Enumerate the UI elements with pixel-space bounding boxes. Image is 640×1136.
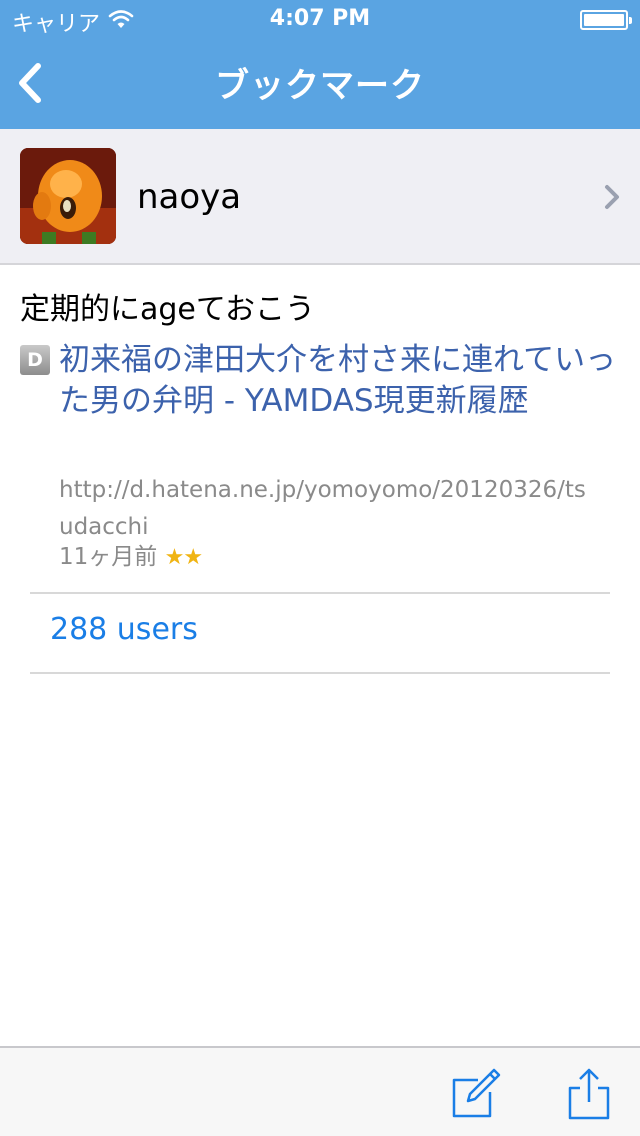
site-favicon-icon: D: [20, 345, 50, 375]
bottom-toolbar: [0, 1046, 640, 1136]
bookmark-comment: 定期的にageておこう: [20, 292, 315, 327]
page-title: ブックマーク: [215, 66, 425, 106]
avatar: [20, 148, 116, 244]
share-icon: [568, 1068, 610, 1120]
compose-button[interactable]: [448, 1066, 502, 1122]
entry-meta: 11ヶ月前 ★★: [59, 539, 203, 576]
divider: [30, 672, 610, 674]
divider: [30, 592, 610, 594]
chevron-right-icon: [605, 185, 619, 209]
navigation-bar: ブックマーク: [0, 40, 640, 129]
entry-title-link[interactable]: 初来福の津田大介を村さ来に連れていった男の弁明 - YAMDAS現更新履歴: [59, 340, 617, 422]
compose-icon: [452, 1068, 501, 1118]
bookmark-age: 11ヶ月前: [59, 544, 158, 570]
bookmark-users-link[interactable]: 288 users: [50, 612, 198, 647]
username: naoya: [137, 177, 242, 217]
battery-icon: [580, 10, 632, 30]
entry-url: http://d.hatena.ne.jp/yomoyomo/20120326/…: [59, 477, 586, 540]
top-bar: キャリア 4:07 PM ブックマーク: [0, 0, 640, 129]
user-profile-row[interactable]: naoya: [0, 129, 640, 265]
status-time: 4:07 PM: [269, 6, 371, 31]
share-button[interactable]: [562, 1066, 616, 1122]
status-bar: キャリア 4:07 PM: [0, 0, 640, 40]
star-rating: ★★: [164, 545, 203, 570]
